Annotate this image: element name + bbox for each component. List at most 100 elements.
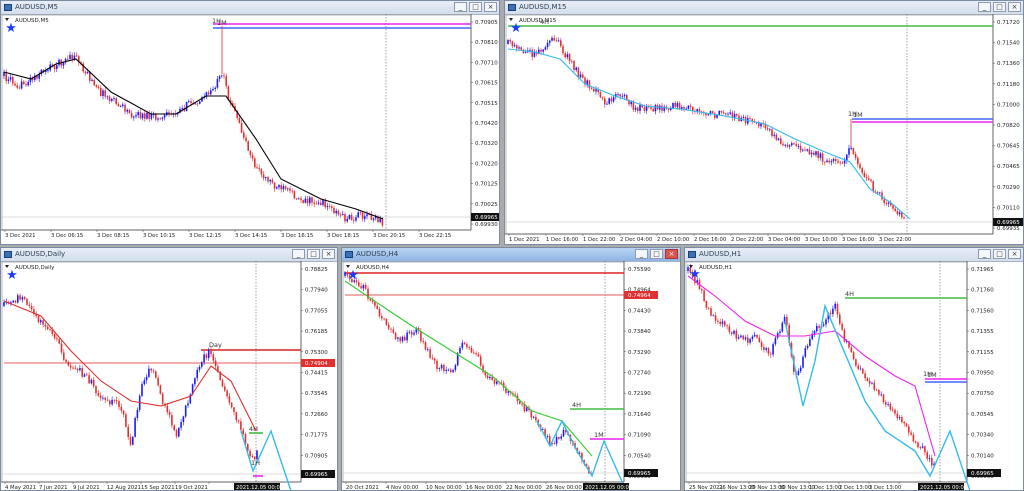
candle	[146, 112, 148, 119]
price-chart[interactable]: ★AUDUSD,H14H1H1M0.719650.717600.715600.7…	[685, 261, 1023, 490]
candle	[885, 402, 887, 405]
date-label: 3 Dec 16:15	[281, 233, 313, 239]
candle	[214, 360, 217, 367]
candle	[379, 218, 381, 223]
candle	[551, 37, 553, 41]
maximize-button[interactable]: □	[993, 249, 1006, 259]
close-button[interactable]: ×	[1008, 2, 1021, 12]
candle	[28, 304, 31, 306]
candle	[711, 111, 714, 114]
close-button[interactable]: ×	[322, 249, 335, 259]
date-label: 1 Dec 22:00	[583, 237, 616, 243]
candle	[233, 407, 235, 413]
chart-window-m5[interactable]: AUDUSD,M5 _ □ × ★ AUDUSD,M5 1H 1M 0.70905 0.7…	[0, 0, 500, 245]
minimize-button[interactable]: _	[292, 249, 305, 259]
minimize-button[interactable]: _	[454, 2, 467, 12]
close-button[interactable]: ×	[484, 2, 497, 12]
candle	[810, 152, 813, 155]
candle	[903, 217, 905, 219]
candle	[767, 348, 770, 354]
candle	[606, 103, 608, 105]
candle	[892, 205, 894, 209]
minimize-button[interactable]: _	[635, 249, 648, 259]
candle	[127, 426, 129, 438]
maximize-button[interactable]: □	[650, 249, 663, 259]
price-marker-label: 0.74964	[628, 293, 651, 299]
candle	[861, 168, 863, 173]
candle	[19, 295, 21, 300]
minimize-button[interactable]: _	[978, 249, 991, 259]
date-label: 4 Nov 00:00	[386, 485, 419, 490]
title-bar[interactable]: AUDUSD,H4 _ □ ×	[342, 248, 680, 262]
symbol-label: AUDUSD,M5	[15, 18, 49, 24]
candle	[676, 103, 679, 107]
price-label: 0.70025	[475, 202, 498, 208]
candle	[463, 342, 466, 345]
chart-window-m15[interactable]: AUDUSD,M15 _ □ × ★ AUDUSD,M15 4H 1H 1M 0.7172…	[504, 0, 1024, 245]
minimize-button[interactable]: _	[978, 2, 991, 12]
candle	[182, 416, 185, 423]
title-bar[interactable]: AUDUSD,Daily _ □ ×	[1, 248, 337, 262]
candle	[113, 399, 116, 401]
candle	[518, 47, 520, 49]
price-label: 0.70140	[971, 453, 994, 459]
date-label: 2 Dec 10:00	[657, 237, 690, 243]
candle	[245, 137, 247, 142]
date-label: 3 Dec 04:00	[768, 237, 801, 243]
date-label: 3 Dec 12:15	[189, 233, 221, 239]
candle	[247, 141, 249, 151]
candle	[859, 368, 862, 370]
candle	[124, 104, 126, 112]
chart-window-icon	[345, 251, 353, 258]
current-price-label: 0.69965	[475, 215, 498, 221]
price-chart[interactable]: ★AUDUSD,M154H1H1M0.717200.715400.713600.…	[505, 14, 1023, 244]
close-button[interactable]: ×	[665, 249, 678, 259]
candle	[205, 354, 208, 358]
candle	[104, 397, 106, 400]
close-button[interactable]: ×	[1008, 249, 1021, 259]
date-label: 26 Nov 00:00	[546, 485, 582, 490]
candle	[809, 339, 811, 346]
candle	[871, 382, 873, 384]
symbol-label: AUDUSD,H4	[356, 265, 390, 271]
candle	[47, 70, 49, 72]
plot-area	[505, 14, 994, 235]
candle	[717, 320, 719, 322]
candle	[542, 49, 544, 52]
chart-window-daily[interactable]: AUDUSD,Daily _ □ × ★ AUDUSD,Daily Day 4H 1H 0…	[0, 247, 338, 491]
candle	[29, 77, 32, 83]
candle	[716, 115, 718, 118]
candle	[443, 364, 445, 371]
maximize-button[interactable]: □	[469, 2, 482, 12]
candle	[67, 58, 69, 60]
price-chart[interactable]: ★AUDUSD,DailyDay4H1H0.788250.779400.7705…	[1, 261, 337, 490]
candle	[315, 203, 318, 205]
candle	[473, 352, 475, 354]
price-chart[interactable]: ★AUDUSD,M5 1H1M 0.709050.708100.707100.706…	[1, 14, 499, 244]
candle	[837, 160, 839, 163]
title-bar[interactable]: AUDUSD,M15 _ □ ×	[505, 1, 1023, 15]
candle	[392, 329, 395, 333]
candle	[374, 301, 376, 306]
date-label: 25 Nov 2021	[689, 485, 723, 490]
candle	[843, 160, 846, 164]
price-label: 0.70420	[475, 121, 498, 127]
candle	[590, 88, 593, 90]
maximize-button[interactable]: □	[307, 249, 320, 259]
candle	[696, 109, 698, 112]
title-bar[interactable]: AUDUSD,H1 _ □ ×	[685, 248, 1023, 262]
chart-window-h1[interactable]: AUDUSD,H1 _ □ × ★ AUDUSD,H1 4H 1H 1M 0.71965 0…	[684, 247, 1024, 491]
candle	[824, 161, 826, 163]
candle	[23, 297, 26, 300]
candle	[548, 436, 551, 444]
price-chart[interactable]: ★AUDUSD,H44H1M0.755900.749640.744300.738…	[342, 261, 680, 490]
date-label: 2 Dec 16:00	[694, 237, 727, 243]
maximize-button[interactable]: □	[993, 2, 1006, 12]
candle	[76, 368, 79, 371]
chart-window-h4[interactable]: AUDUSD,H4 _ □ × ★ AUDUSD,H4 4H 1M 0.75590 0.7…	[341, 247, 681, 491]
title-bar[interactable]: AUDUSD,M5 _ □ ×	[1, 1, 499, 15]
price-label: 0.75300	[305, 350, 328, 356]
price-label: 0.70465	[997, 164, 1020, 170]
candle	[521, 403, 523, 405]
candle	[795, 144, 797, 146]
